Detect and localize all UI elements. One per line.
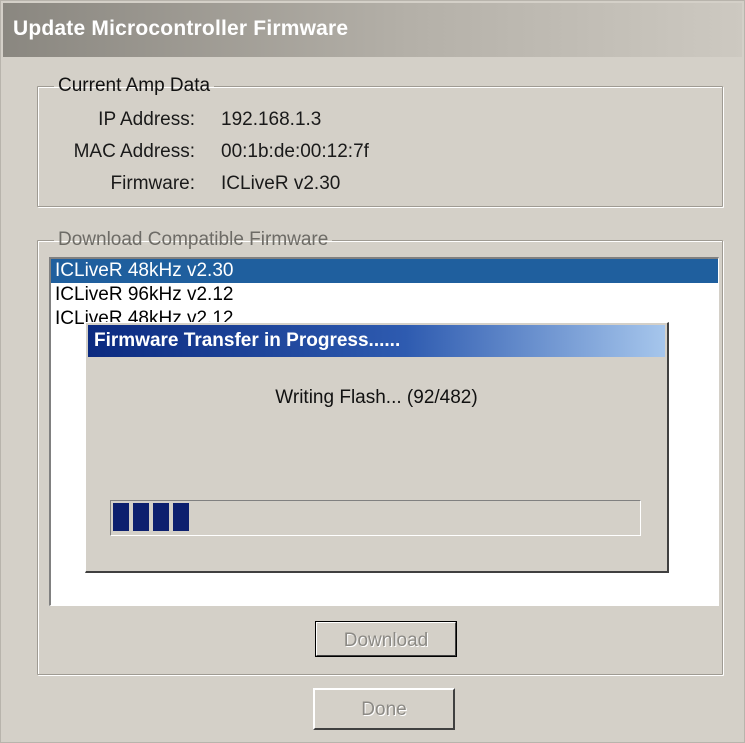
download-button[interactable]: Download	[315, 621, 457, 657]
done-button[interactable]: Done	[313, 688, 455, 730]
download-firmware-legend: Download Compatible Firmware	[58, 229, 329, 250]
progress-block	[173, 503, 189, 531]
firmware-transfer-dialog: Firmware Transfer in Progress...... Writ…	[85, 322, 669, 573]
current-amp-data-legend: Current Amp Data	[58, 75, 211, 96]
transfer-dialog-title: Firmware Transfer in Progress......	[94, 330, 401, 351]
firmware-row: Firmware: ICLiveR v2.30	[37, 173, 637, 197]
firmware-value: ICLiveR v2.30	[221, 173, 341, 194]
progress-bar-fill	[113, 503, 638, 533]
firmware-label: Firmware:	[110, 173, 195, 194]
ip-address-value: 192.168.1.3	[221, 109, 322, 130]
window-title: Update Microcontroller Firmware	[13, 17, 349, 40]
mac-address-value: 00:1b:de:00:12:7f	[221, 141, 369, 162]
transfer-status-text: Writing Flash... (92/482)	[275, 387, 478, 408]
mac-address-label: MAC Address:	[73, 141, 195, 162]
firmware-update-window: Update Microcontroller Firmware Current …	[0, 0, 745, 743]
window-titlebar[interactable]: Update Microcontroller Firmware	[3, 3, 742, 57]
ip-address-label: IP Address:	[98, 109, 195, 130]
mac-address-row: MAC Address: 00:1b:de:00:12:7f	[37, 141, 637, 165]
progress-block	[133, 503, 149, 531]
transfer-dialog-titlebar[interactable]: Firmware Transfer in Progress......	[88, 325, 665, 357]
progress-block	[113, 503, 129, 531]
firmware-list-item[interactable]: ICLiveR 48kHz v2.30	[51, 259, 718, 283]
progress-block	[153, 503, 169, 531]
transfer-progress-bar	[110, 500, 641, 536]
firmware-list-item[interactable]: ICLiveR 96kHz v2.12	[51, 283, 718, 307]
ip-address-row: IP Address: 192.168.1.3	[37, 109, 637, 133]
